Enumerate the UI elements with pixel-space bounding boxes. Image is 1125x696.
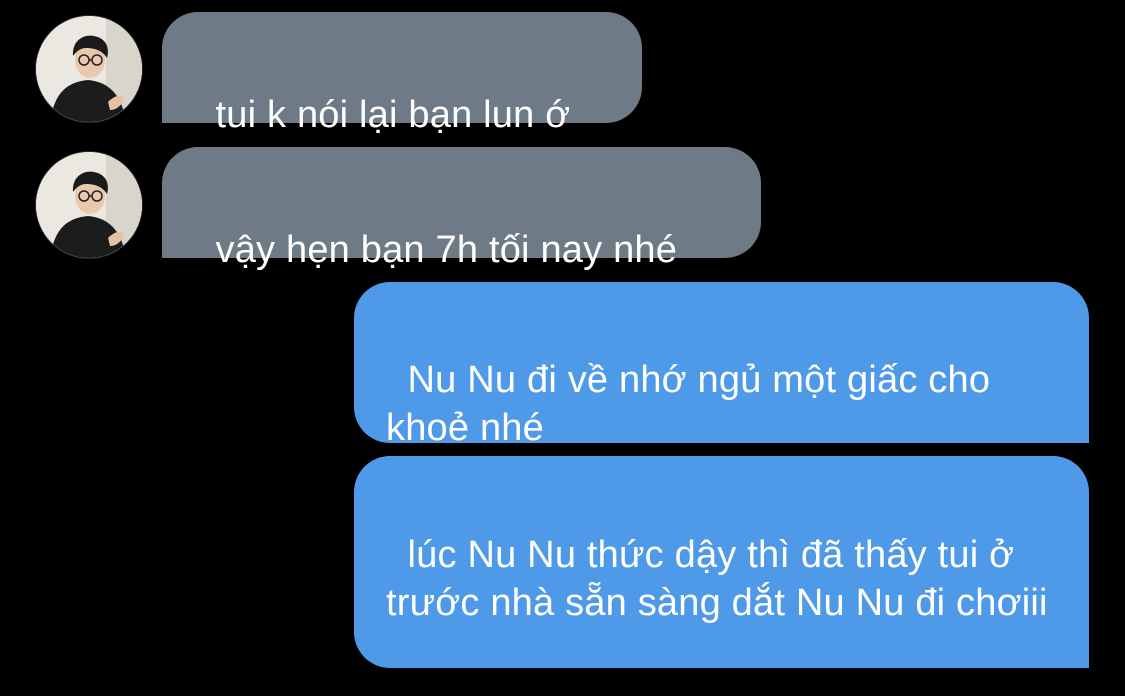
- avatar[interactable]: [36, 152, 142, 258]
- message-text: tui k nói lại bạn lun ớ: [215, 94, 571, 136]
- message-text: vậy hẹn bạn 7h tối nay nhé: [215, 229, 678, 271]
- message-text: Nu Nu đi về nhớ ngủ một giấc cho khoẻ nh…: [386, 359, 1001, 449]
- outgoing-message-bubble[interactable]: Nu Nu đi về nhớ ngủ một giấc cho khoẻ nh…: [354, 282, 1089, 449]
- incoming-message-bubble[interactable]: vậy hẹn bạn 7h tối nay nhé: [162, 147, 761, 271]
- user-avatar-icon: [36, 152, 142, 258]
- message-text: lúc Nu Nu thức dậy thì đã thấy tui ở trư…: [386, 534, 1048, 624]
- avatar[interactable]: [36, 16, 142, 122]
- outgoing-message-bubble[interactable]: lúc Nu Nu thức dậy thì đã thấy tui ở trư…: [354, 456, 1089, 668]
- incoming-message-bubble[interactable]: tui k nói lại bạn lun ớ: [162, 12, 642, 136]
- user-avatar-icon: [36, 16, 142, 122]
